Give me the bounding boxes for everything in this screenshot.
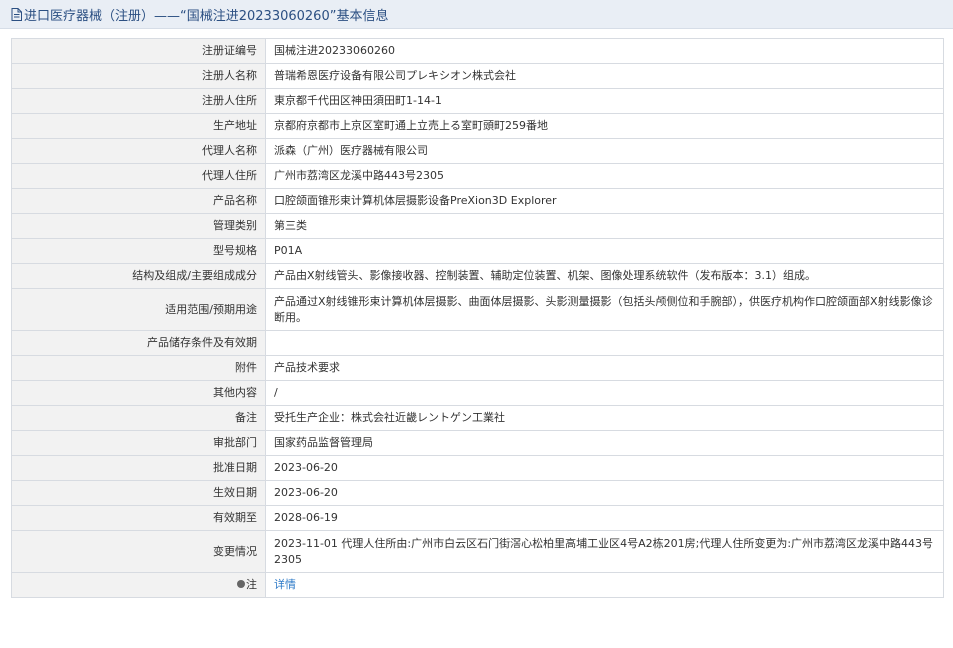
- field-value: 国家药品监督管理局: [265, 430, 944, 456]
- field-value: 2023-11-01 代理人住所由:广州市白云区石门街滘心松柏里高埔工业区4号A…: [265, 530, 944, 573]
- details-link[interactable]: 详情: [274, 578, 296, 591]
- table-row: 管理类别 第三类: [11, 213, 944, 239]
- field-label: 批准日期: [11, 455, 266, 481]
- field-label: 代理人住所: [11, 163, 266, 189]
- field-value: [265, 330, 944, 356]
- table-row: 批准日期 2023-06-20: [11, 455, 944, 481]
- field-value: 東京都千代田区神田須田町1-14-1: [265, 88, 944, 114]
- field-value: 产品由X射线管头、影像接收器、控制装置、辅助定位装置、机架、图像处理系统软件（发…: [265, 263, 944, 289]
- field-value: 普瑞希恩医疗设备有限公司プレキシオン株式会社: [265, 63, 944, 89]
- field-label: 产品储存条件及有效期: [11, 330, 266, 356]
- field-value: 产品通过X射线锥形束计算机体层摄影、曲面体层摄影、头影测量摄影（包括头颅侧位和手…: [265, 288, 944, 331]
- table-row: 代理人名称 派森（广州）医疗器械有限公司: [11, 138, 944, 164]
- field-label: 其他内容: [11, 380, 266, 406]
- field-label: 管理类别: [11, 213, 266, 239]
- field-label: 产品名称: [11, 188, 266, 214]
- field-label: 注册人名称: [11, 63, 266, 89]
- field-label: 附件: [11, 355, 266, 381]
- field-value: 2023-06-20: [265, 480, 944, 506]
- page-title: 进口医疗器械（注册）——“国械注进20233060260”基本信息: [24, 8, 389, 24]
- field-label: 注册证编号: [11, 38, 266, 64]
- table-row: 变更情况 2023-11-01 代理人住所由:广州市白云区石门街滘心松柏里高埔工业…: [11, 530, 944, 573]
- note-row: 注 详情: [11, 572, 944, 598]
- field-label: 生效日期: [11, 480, 266, 506]
- table-row: 审批部门 国家药品监督管理局: [11, 430, 944, 456]
- page-header: 进口医疗器械（注册）——“国械注进20233060260”基本信息: [0, 0, 953, 29]
- table-row: 备注 受托生产企业：株式会社近畿レントゲン工業社: [11, 405, 944, 431]
- field-label: 适用范围/预期用途: [11, 288, 266, 331]
- pin-icon: [237, 580, 245, 588]
- table-row: 附件 产品技术要求: [11, 355, 944, 381]
- field-label: 备注: [11, 405, 266, 431]
- note-label-cell: 注: [11, 572, 266, 598]
- table-row: 代理人住所 广州市荔湾区龙溪中路443号2305: [11, 163, 944, 189]
- info-table: 注册证编号 国械注进20233060260 注册人名称 普瑞希恩医疗设备有限公司プレキ…: [11, 38, 944, 598]
- field-value: 国械注进20233060260: [265, 38, 944, 64]
- table-row: 适用范围/预期用途 产品通过X射线锥形束计算机体层摄影、曲面体层摄影、头影测量摄影…: [11, 288, 944, 331]
- table-row: 注册证编号 国械注进20233060260: [11, 38, 944, 64]
- note-value-cell: 详情: [265, 572, 944, 598]
- field-label: 结构及组成/主要组成成分: [11, 263, 266, 289]
- table-row: 注册人名称 普瑞希恩医疗设备有限公司プレキシオン株式会社: [11, 63, 944, 89]
- field-value: 派森（广州）医疗器械有限公司: [265, 138, 944, 164]
- note-label: 注: [246, 578, 257, 591]
- table-row: 生效日期 2023-06-20: [11, 480, 944, 506]
- field-value: 京都府京都市上京区室町通上立売上る室町頭町259番地: [265, 113, 944, 139]
- field-label: 有效期至: [11, 505, 266, 531]
- field-value: 受托生产企业：株式会社近畿レントゲン工業社: [265, 405, 944, 431]
- field-label: 代理人名称: [11, 138, 266, 164]
- table-row: 其他内容 /: [11, 380, 944, 406]
- field-label: 变更情况: [11, 530, 266, 573]
- table-row: 产品名称 口腔颌面锥形束计算机体层摄影设备PreXion3D Explorer: [11, 188, 944, 214]
- table-row: 产品储存条件及有效期: [11, 330, 944, 356]
- field-value: 2023-06-20: [265, 455, 944, 481]
- table-row: 结构及组成/主要组成成分 产品由X射线管头、影像接收器、控制装置、辅助定位装置、机…: [11, 263, 944, 289]
- field-value: 2028-06-19: [265, 505, 944, 531]
- field-value: 口腔颌面锥形束计算机体层摄影设备PreXion3D Explorer: [265, 188, 944, 214]
- field-label: 型号规格: [11, 238, 266, 264]
- field-value: 产品技术要求: [265, 355, 944, 381]
- field-value: 广州市荔湾区龙溪中路443号2305: [265, 163, 944, 189]
- table-row: 型号规格 P01A: [11, 238, 944, 264]
- table-row: 生产地址 京都府京都市上京区室町通上立売上る室町頭町259番地: [11, 113, 944, 139]
- field-label: 生产地址: [11, 113, 266, 139]
- table-row: 注册人住所 東京都千代田区神田須田町1-14-1: [11, 88, 944, 114]
- field-value: /: [265, 380, 944, 406]
- field-value: 第三类: [265, 213, 944, 239]
- field-label: 注册人住所: [11, 88, 266, 114]
- table-row: 有效期至 2028-06-19: [11, 505, 944, 531]
- document-icon: [11, 7, 22, 21]
- field-label: 审批部门: [11, 430, 266, 456]
- field-value: P01A: [265, 238, 944, 264]
